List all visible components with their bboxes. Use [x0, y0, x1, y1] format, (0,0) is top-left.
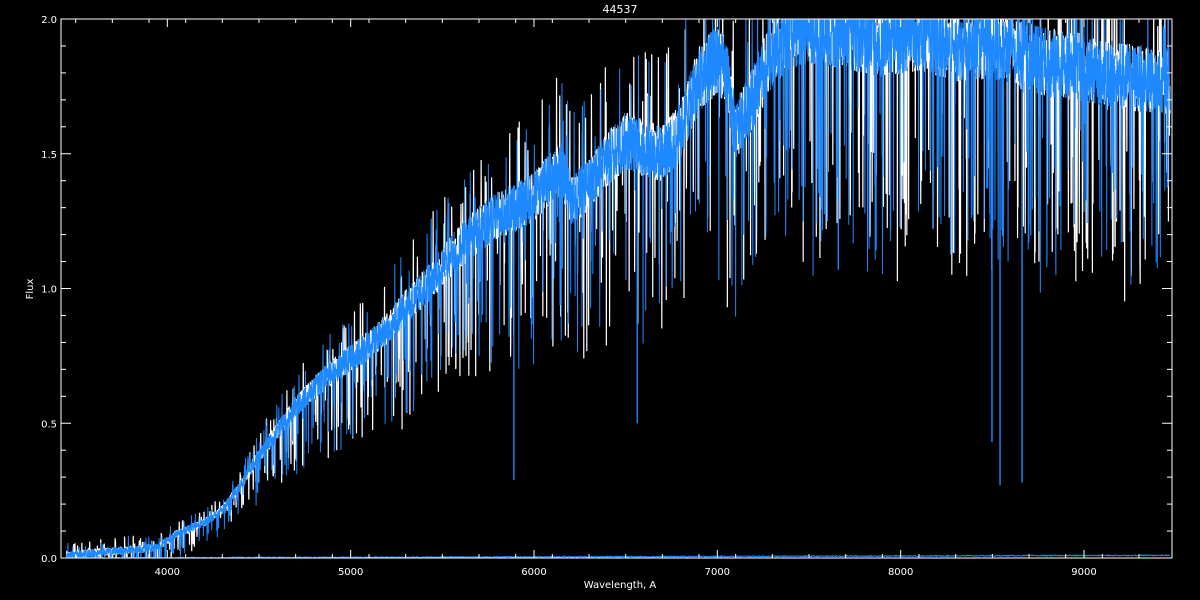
x-tick-label: 7000	[705, 567, 730, 578]
x-tick-label: 8000	[888, 567, 913, 578]
y-tick-label: 0.0	[41, 554, 57, 565]
x-tick-label: 5000	[338, 567, 363, 578]
y-tick-label: 1.0	[41, 285, 57, 296]
y-tick-label: 2.0	[41, 15, 57, 26]
y-tick-label: 0.5	[41, 419, 57, 430]
x-tick-label: 9000	[1071, 567, 1096, 578]
y-tick-label: 1.5	[41, 150, 57, 161]
x-tick-label: 6000	[521, 567, 546, 578]
x-tick-label: 4000	[155, 567, 180, 578]
spectrum-chart: 44537 4000 5000 6000 7000 8000 9000 0.0 0.5 1.0 1…	[0, 0, 1200, 600]
x-axis-title: Wavelength, A	[584, 580, 657, 591]
chart-title: 44537	[603, 3, 638, 16]
chart-svg: 44537 4000 5000 6000 7000 8000 9000 0.0 0.5 1.0 1…	[0, 0, 1200, 600]
y-axis-title: Flux	[25, 279, 36, 300]
